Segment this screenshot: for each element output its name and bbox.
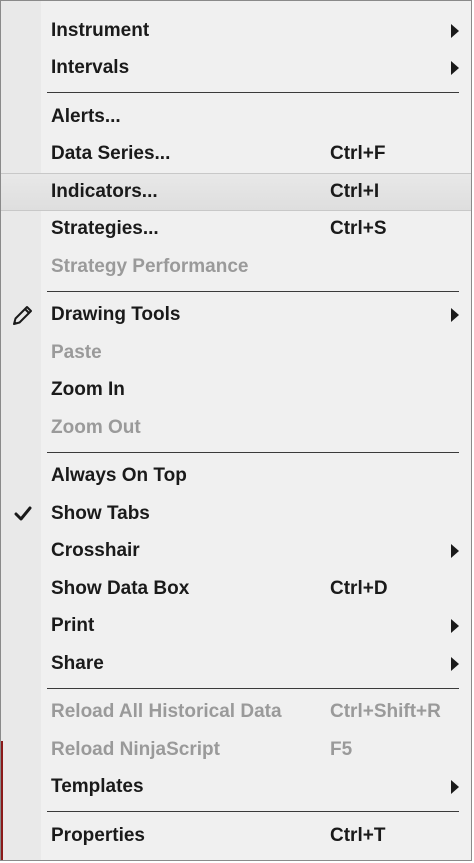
menu-item-label: Indicators... (51, 180, 158, 202)
menu-item-label: Zoom Out (51, 416, 141, 438)
submenu-arrow-icon (451, 656, 459, 671)
menu-item-reload-all-historical-data: Reload All Historical Data Ctrl+Shift+R (1, 694, 471, 732)
menu-item-strategy-performance: Strategy Performance (1, 248, 471, 286)
menu-item-templates[interactable]: Templates (1, 769, 471, 807)
menu-item-label: Alerts... (51, 105, 121, 127)
submenu-arrow-icon (451, 619, 459, 634)
menu-item-label: Templates (51, 776, 144, 798)
menu-item-indicators[interactable]: Indicators... Ctrl+I (1, 173, 471, 211)
menu-item-reload-ninjascript: Reload NinjaScript F5 (1, 731, 471, 769)
menu-item-label: Print (51, 615, 95, 637)
menu-item-label: Strategies... (51, 218, 159, 240)
menu-item-zoom-out: Zoom Out (1, 409, 471, 447)
menu-item-shortcut: Ctrl+Shift+R (330, 701, 441, 723)
menu-item-shortcut: F5 (330, 738, 353, 760)
menu-item-instrument[interactable]: Instrument (1, 12, 471, 50)
menu-item-label: Instrument (51, 19, 150, 41)
menu-item-shortcut: Ctrl+T (330, 824, 386, 846)
menu-item-print[interactable]: Print (1, 608, 471, 646)
menu-item-shortcut: Ctrl+D (330, 577, 388, 599)
menu-item-label: Paste (51, 341, 102, 363)
menu-item-label: Always On Top (51, 465, 187, 487)
menu-item-label: Show Data Box (51, 577, 190, 599)
menu-item-label: Drawing Tools (51, 304, 181, 326)
menu-item-label: Reload All Historical Data (51, 701, 282, 723)
menu-item-label: Crosshair (51, 540, 140, 562)
menu-separator (1, 806, 471, 817)
menu-item-shortcut: Ctrl+I (330, 180, 380, 202)
menu-item-label: Data Series... (51, 143, 171, 165)
submenu-arrow-icon (451, 780, 459, 795)
menu-item-properties[interactable]: Properties Ctrl+T (1, 817, 471, 855)
menu-items: Instrument Intervals Alerts... Data Series.… (1, 1, 471, 855)
menu-separator (1, 286, 471, 297)
menu-item-paste: Paste (1, 334, 471, 372)
menu-item-share[interactable]: Share (1, 645, 471, 683)
menu-item-label: Show Tabs (51, 502, 150, 524)
menu-item-data-series[interactable]: Data Series... Ctrl+F (1, 136, 471, 174)
submenu-arrow-icon (451, 308, 459, 323)
menu-item-show-data-box[interactable]: Show Data Box Ctrl+D (1, 570, 471, 608)
menu-item-intervals[interactable]: Intervals (1, 50, 471, 88)
menu-item-show-tabs[interactable]: Show Tabs (1, 495, 471, 533)
submenu-arrow-icon (451, 544, 459, 559)
menu-item-label: Properties (51, 824, 145, 846)
menu-item-crosshair[interactable]: Crosshair (1, 533, 471, 571)
background-window-edge (1, 741, 3, 860)
menu-item-label: Zoom In (51, 379, 125, 401)
submenu-arrow-icon (451, 61, 459, 76)
pencil-icon (10, 302, 36, 328)
submenu-arrow-icon (451, 23, 459, 38)
context-menu: Instrument Intervals Alerts... Data Series.… (0, 0, 472, 861)
menu-item-zoom-in[interactable]: Zoom In (1, 372, 471, 410)
menu-item-shortcut: Ctrl+F (330, 143, 386, 165)
menu-separator (1, 447, 471, 458)
menu-item-shortcut: Ctrl+S (330, 218, 387, 240)
menu-separator (1, 87, 471, 98)
menu-item-label: Strategy Performance (51, 255, 249, 277)
menu-item-always-on-top[interactable]: Always On Top (1, 458, 471, 496)
menu-item-label: Intervals (51, 57, 130, 79)
menu-item-alerts[interactable]: Alerts... (1, 98, 471, 136)
checkmark-icon (10, 501, 36, 527)
menu-item-label: Share (51, 652, 104, 674)
menu-item-drawing-tools[interactable]: Drawing Tools (1, 297, 471, 335)
menu-separator (1, 683, 471, 694)
menu-item-strategies[interactable]: Strategies... Ctrl+S (1, 211, 471, 249)
menu-item-label: Reload NinjaScript (51, 738, 220, 760)
